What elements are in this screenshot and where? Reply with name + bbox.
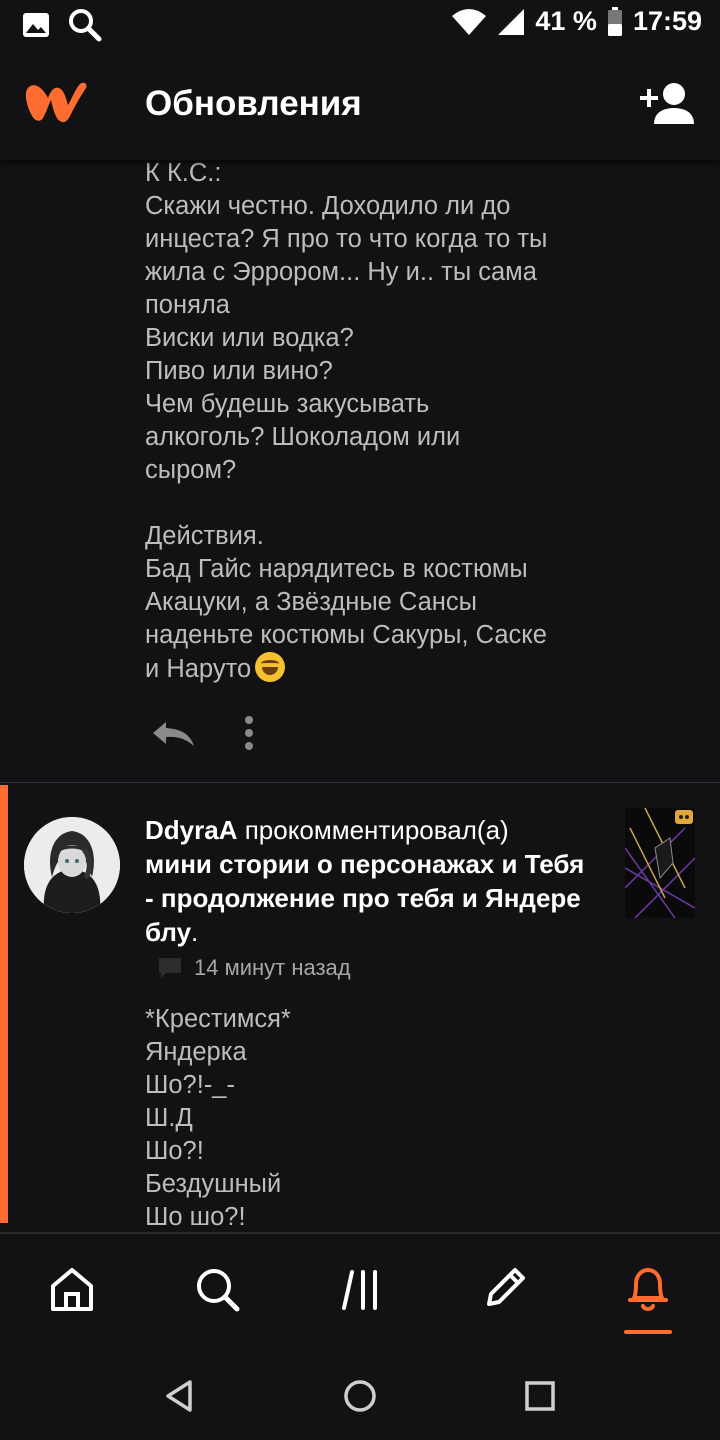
body-line: *Крестимся* [145, 1005, 291, 1033]
recents-icon[interactable] [518, 1374, 562, 1418]
comment-line: Пиво или вино? [145, 357, 333, 385]
add-user-icon[interactable] [640, 80, 696, 128]
comment-line: Чем будешь закусывать [145, 390, 430, 418]
signal-icon [498, 8, 525, 35]
notification-meta: 14 минут назад [158, 955, 351, 981]
notification-time: 14 минут назад [194, 955, 351, 980]
image-icon [23, 13, 49, 37]
back-icon[interactable] [158, 1374, 202, 1418]
comment-line: Бад Гайс нарядитесь в костюмы [145, 555, 528, 583]
bottom-navigation [0, 1232, 720, 1350]
comment-last-line: и Наруто [145, 655, 252, 683]
comment-line: Виски или водка? [145, 324, 354, 352]
comment-line [145, 487, 615, 520]
comment-line: Действия. [145, 522, 264, 550]
story-cover-thumbnail[interactable] [625, 808, 695, 918]
avatar-image [24, 817, 120, 913]
comment-line: алкоголь? Шоколадом или [145, 423, 461, 451]
notification-verb: прокомментировал(а) [237, 815, 509, 845]
notification-item[interactable]: DdyraA прокомментировал(а) мини стории о… [0, 783, 720, 1232]
cover-image [625, 808, 695, 918]
comment-text: К К.С.: Скажи честно. Доходило ли до инц… [145, 160, 615, 685]
comment-line: Акацуки, а Звёздные Сансы [145, 588, 477, 616]
app-header: Обновления [0, 50, 720, 160]
comment-line: Скажи честно. Доходило ли до [145, 192, 511, 220]
home-icon[interactable] [47, 1264, 97, 1314]
home-circle-icon[interactable] [338, 1374, 382, 1418]
avatar[interactable] [24, 817, 120, 913]
more-icon[interactable] [244, 715, 254, 751]
story-title-line[interactable]: мини стории о персонажах и Тебя [145, 849, 584, 879]
system-navigation [0, 1350, 720, 1440]
library-icon[interactable] [336, 1264, 386, 1314]
comment-line: наденьте костюмы Сакуры, Саске [145, 621, 547, 649]
notifications-icon[interactable] [623, 1264, 673, 1314]
updates-feed[interactable]: К К.С.: Скажи честно. Доходило ли до инц… [0, 160, 720, 1232]
comment-line: поняла [145, 291, 230, 319]
body-line: Шо?!-_- [145, 1071, 235, 1099]
notification-message[interactable]: DdyraA прокомментировал(а) мини стории о… [145, 813, 605, 949]
active-tab-indicator [624, 1330, 672, 1334]
period: . [191, 917, 199, 947]
search-icon[interactable] [192, 1264, 242, 1314]
comment-line: сыром? [145, 456, 237, 484]
status-time: 17:59 [632, 6, 702, 36]
notification-user[interactable]: DdyraA [145, 815, 237, 845]
body-line: Яндерка [145, 1038, 247, 1066]
notification-body: *Крестимся* Яндерка Шо?!-_- Ш.Д Шо?! Без… [145, 1003, 615, 1232]
wattpad-logo[interactable] [22, 78, 90, 128]
body-line: Шо?! [145, 1137, 204, 1165]
status-bar: 41 % 17:59 [0, 0, 720, 50]
unread-indicator [0, 785, 8, 1223]
battery-percent: 41 % [535, 6, 597, 36]
battery-icon [607, 6, 622, 36]
comment-actions [150, 715, 254, 751]
page-title: Обновления [145, 84, 362, 123]
write-icon[interactable] [479, 1264, 529, 1314]
wifi-icon [452, 8, 487, 35]
reply-icon[interactable] [150, 718, 196, 748]
comment-line: инцеста? Я про то что когда то ты [145, 225, 548, 253]
comment-line: жила с Эррором... Ну и.. ты сама [145, 258, 537, 286]
body-line: Ш.Д [145, 1104, 193, 1132]
body-line: Шо шо?! [145, 1203, 246, 1231]
body-line: Бездушный [145, 1170, 282, 1198]
laughing-emoji [255, 652, 286, 682]
comment-line: и Наруто [145, 652, 615, 685]
story-title-line[interactable]: блу [145, 917, 191, 947]
story-title-line[interactable]: - продолжение про тебя и Яндере [145, 883, 581, 913]
comment-icon [159, 958, 181, 978]
search-icon [69, 9, 102, 42]
comment-line: К К.С.: [145, 160, 222, 187]
